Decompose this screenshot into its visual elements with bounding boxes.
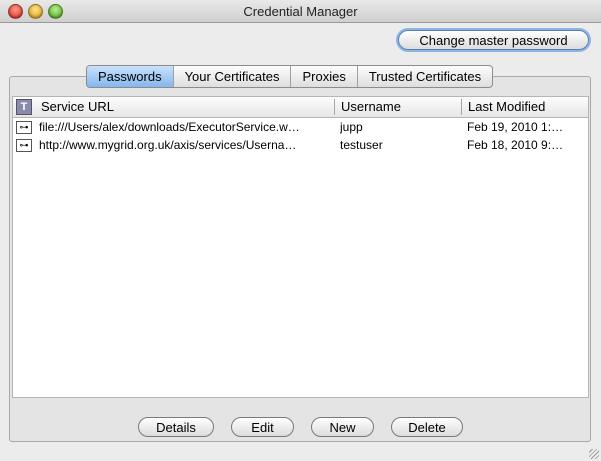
new-button[interactable]: New [311,417,374,437]
service-url-cell: file:///Users/alex/downloads/ExecutorSer… [39,120,300,134]
column-divider[interactable] [334,99,335,115]
service-url-cell: http://www.mygrid.org.uk/axis/services/U… [39,138,297,152]
column-header-last-modified[interactable]: Last Modified [468,97,545,117]
column-header-service-url[interactable]: Service URL [41,97,114,117]
last-modified-cell: Feb 19, 2010 1:… [467,120,564,134]
details-button[interactable]: Details [138,417,214,437]
column-divider[interactable] [461,99,462,115]
tab-your-certificates[interactable]: Your Certificates [174,66,292,87]
table-row[interactable]: ⊶ file:///Users/alex/downloads/ExecutorS… [13,118,588,136]
delete-button[interactable]: Delete [391,417,463,437]
title-bar: Credential Manager [0,0,601,23]
window-title: Credential Manager [243,4,358,19]
table-row[interactable]: ⊶ http://www.mygrid.org.uk/axis/services… [13,136,588,154]
key-icon: ⊶ [16,139,32,152]
edit-button[interactable]: Edit [231,417,294,437]
change-master-password-button[interactable]: Change master password [398,30,589,50]
username-cell: testuser [340,138,383,152]
filter-icon[interactable]: T [16,99,32,115]
tab-bar: Passwords Your Certificates Proxies Trus… [86,65,494,88]
resize-grip-icon[interactable] [589,449,599,459]
tab-trusted-certificates[interactable]: Trusted Certificates [358,66,492,87]
last-modified-cell: Feb 18, 2010 9:… [467,138,564,152]
table-header: T Service URL Username Last Modified [13,97,588,118]
column-header-username[interactable]: Username [341,97,401,117]
key-icon: ⊶ [16,121,32,134]
tab-passwords[interactable]: Passwords [87,66,174,87]
passwords-table: T Service URL Username Last Modified ⊶ f… [12,96,589,398]
tab-proxies[interactable]: Proxies [291,66,358,87]
username-cell: jupp [340,120,363,134]
